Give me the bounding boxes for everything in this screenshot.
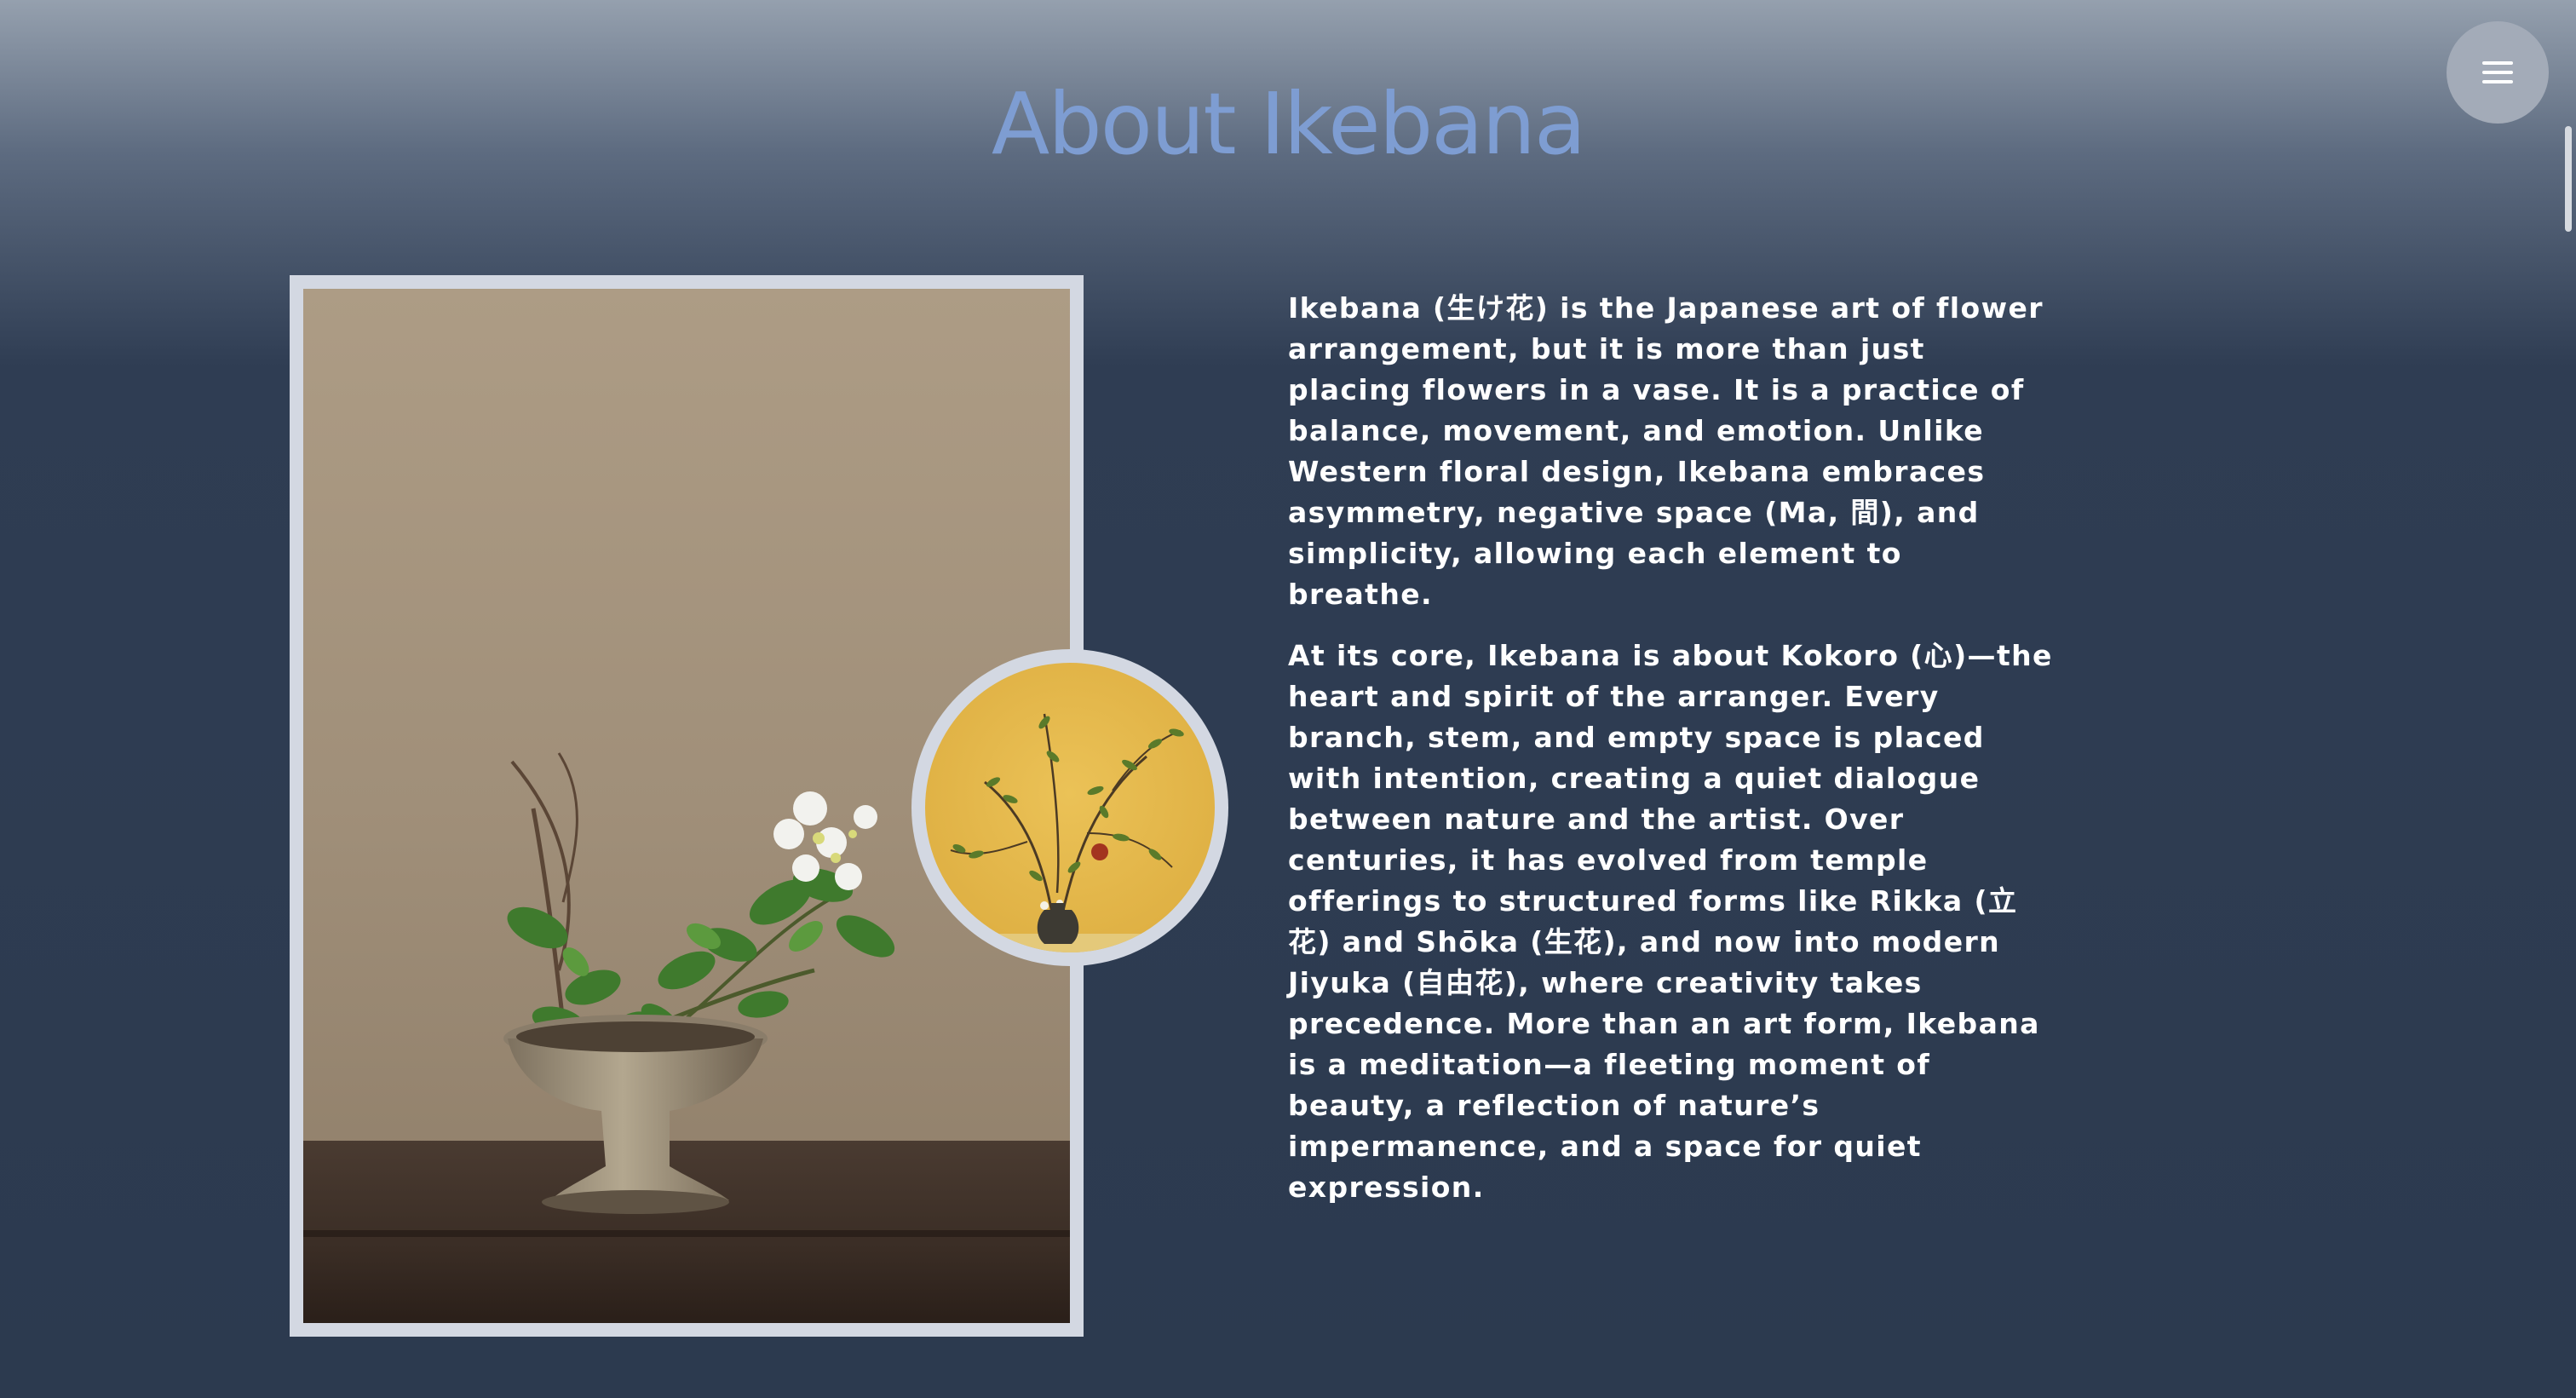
hamburger-menu-icon: [2482, 61, 2513, 83]
scrollbar-thumb[interactable]: [2565, 126, 2572, 232]
menu-button[interactable]: [2447, 21, 2549, 124]
ikebana-yellow-background-photo: [925, 663, 1215, 952]
page-title: About Ikebana: [991, 74, 1586, 174]
about-paragraph-2: At its core, Ikebana is about Kokoro (心)…: [1288, 639, 2053, 1204]
inset-photo-frame: [911, 649, 1228, 966]
about-paragraph-1: Ikebana (生け花) is the Japanese art of flo…: [1288, 291, 2044, 611]
about-text-block: Ikebana (生け花) is the Japanese art of flo…: [1288, 288, 2055, 1228]
